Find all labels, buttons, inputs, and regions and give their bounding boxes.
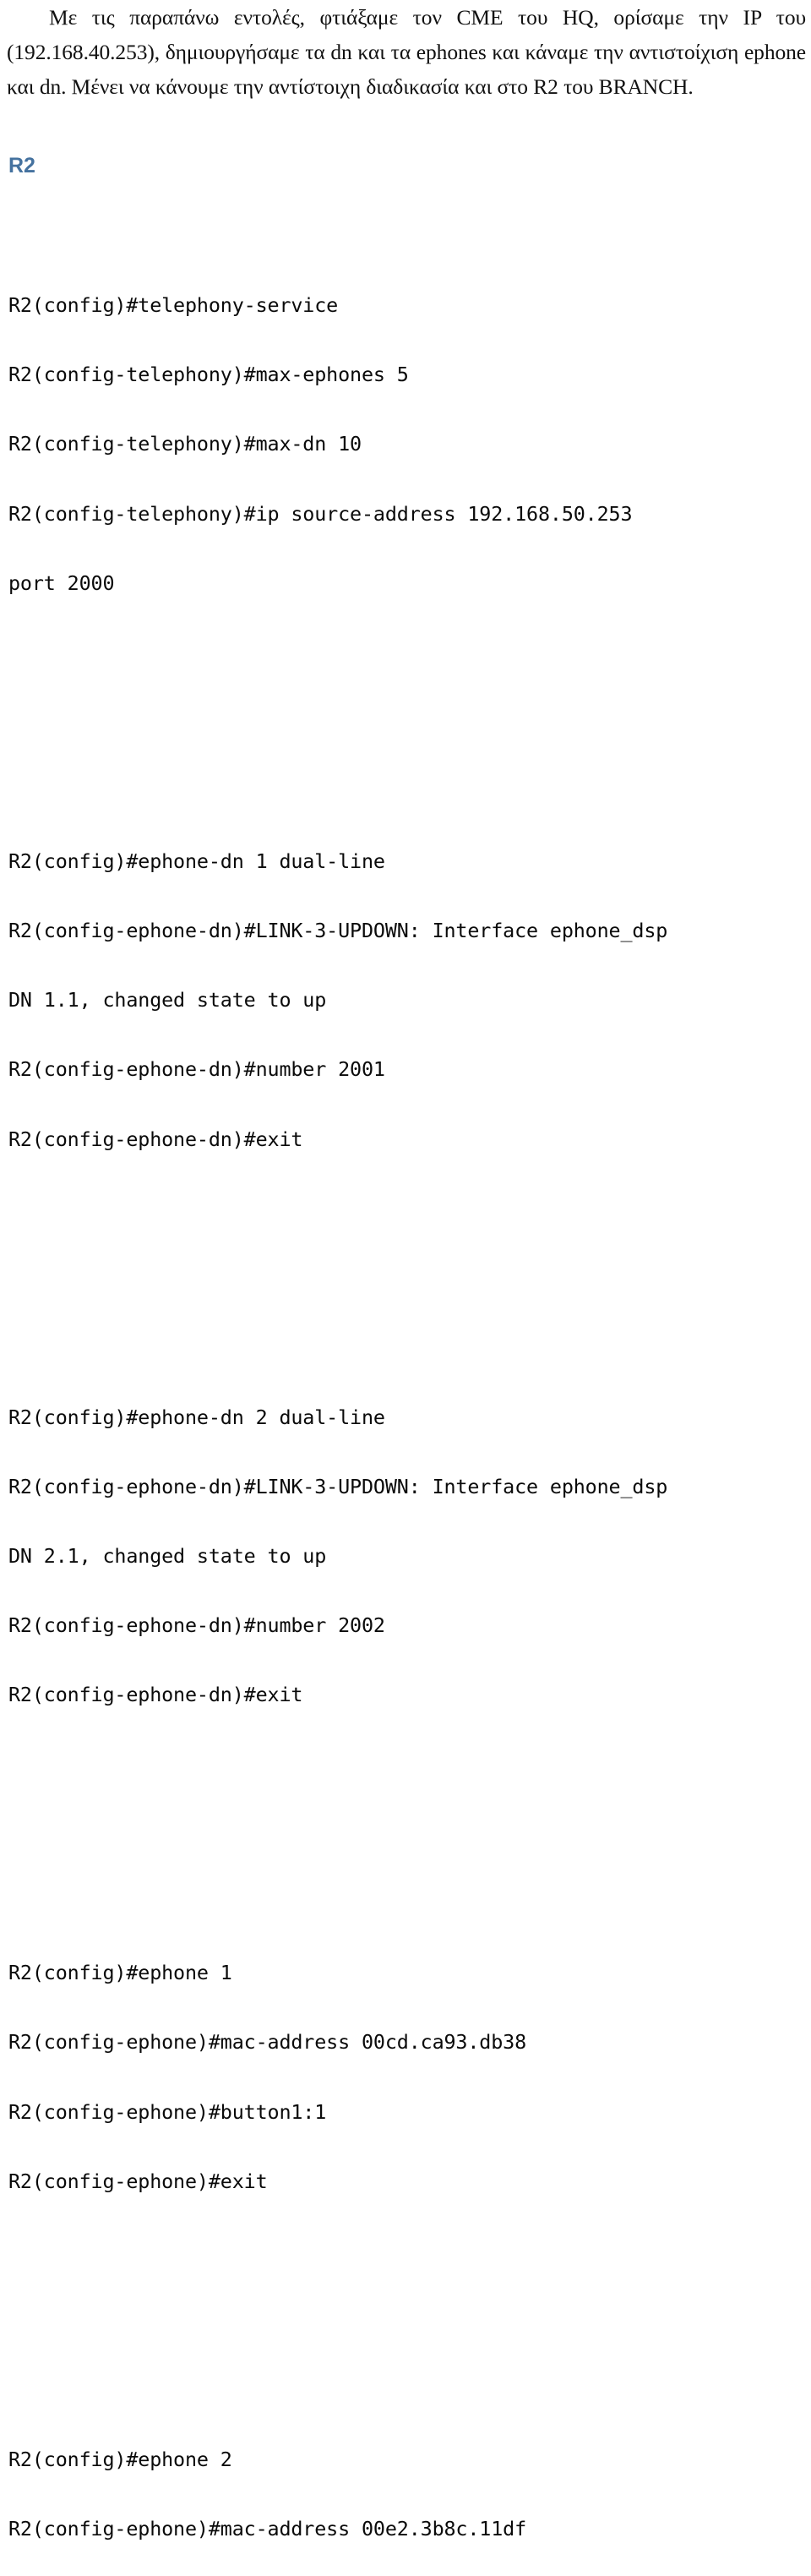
console-line: R2(config-ephone-dn)#exit (8, 1683, 303, 1707)
console-output: R2(config)#telephony-service R2(config-t… (8, 178, 806, 2576)
document-page: Με τις παραπάνω εντολές, φτιάξαμε τον CM… (0, 0, 811, 2541)
console-line: R2(config-ephone-dn)#LINK-3-UPDOWN: Inte… (8, 918, 668, 942)
console-line: R2(config)#ephone 2 (8, 2447, 232, 2471)
intro-paragraph: Με τις παραπάνω εντολές, φτιάξαμε τον CM… (7, 5, 806, 99)
console-line: R2(config)#ephone-dn 2 dual-line (8, 1405, 385, 1429)
console-line: R2(config-ephone-dn)#LINK-3-UPDOWN: Inte… (8, 1474, 668, 1498)
console-line: R2(config-ephone)#exit (8, 2169, 268, 2193)
console-line: port 2000 (8, 570, 115, 595)
spacer-after-intro (7, 104, 806, 153)
console-line: R2(config-telephony)#ip source-address 1… (8, 501, 633, 526)
console-line: R2(config-ephone-dn)#exit (8, 1127, 303, 1151)
console-block-ephone-dn-1: R2(config)#ephone-dn 1 dual-line R2(conf… (8, 804, 806, 1198)
console-block-telephony-service: R2(config)#telephony-service R2(config-t… (8, 248, 806, 641)
console-line: R2(config-ephone)#mac-address 00e2.3b8c.… (8, 2516, 527, 2541)
console-line: R2(config)#telephony-service (8, 293, 339, 318)
console-line: R2(config-ephone)#button1:1 (8, 2099, 327, 2124)
console-line: R2(config-ephone-dn)#number 2001 (8, 1057, 385, 1082)
console-line: R2(config)#ephone 1 (8, 1961, 232, 1985)
console-line: R2(config-ephone)#mac-address 00cd.ca93.… (8, 2030, 527, 2055)
section-heading-r2: R2 (8, 154, 35, 177)
console-block-ephone-dn-2: R2(config)#ephone-dn 2 dual-line R2(conf… (8, 1360, 806, 1754)
console-line: R2(config)#ephone-dn 1 dual-line (8, 849, 385, 873)
console-line: DN 2.1, changed state to up (8, 1543, 327, 1568)
console-block-ephone-1: R2(config)#ephone 1 R2(config-ephone)#ma… (8, 1915, 806, 2240)
console-line: DN 1.1, changed state to up (8, 988, 327, 1012)
console-line: R2(config-ephone-dn)#number 2002 (8, 1613, 385, 1638)
console-line: R2(config-telephony)#max-dn 10 (8, 432, 362, 456)
console-line: R2(config-telephony)#max-ephones 5 (8, 363, 409, 387)
console-block-ephone-2: R2(config)#ephone 2 R2(config-ephone)#ma… (8, 2402, 806, 2576)
